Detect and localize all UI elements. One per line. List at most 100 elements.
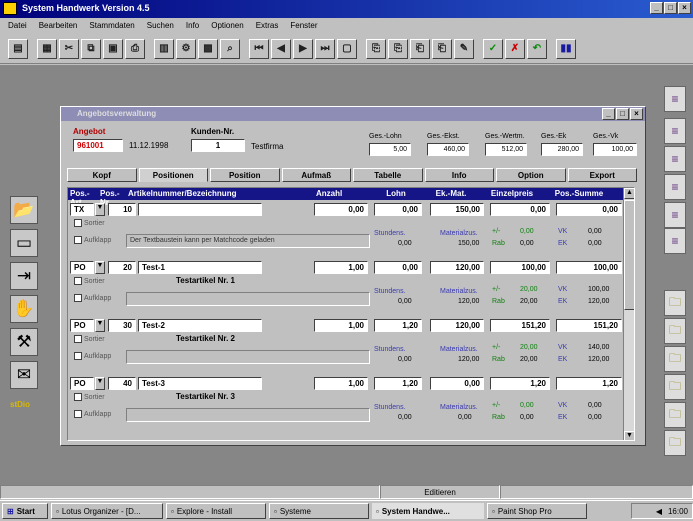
hand-icon[interactable]: ✋ — [10, 295, 38, 323]
col-pos-summe[interactable]: Pos.-Summe — [544, 188, 614, 200]
task-systeme[interactable]: ▫ Systeme — [269, 503, 369, 519]
material-cost-field[interactable]: 150,00 — [430, 203, 484, 216]
find-icon[interactable]: ⌕ — [220, 38, 240, 59]
menu-stammdaten[interactable]: Stammdaten — [89, 21, 134, 34]
customer-number-field[interactable]: 1 — [191, 139, 245, 152]
prev-record-icon[interactable]: ◀ — [271, 38, 291, 59]
unit-price-field[interactable]: 100,00 — [490, 261, 550, 274]
cut-icon[interactable]: ✂ — [59, 38, 79, 59]
exit-icon[interactable]: ⇥ — [10, 262, 38, 290]
wage-field[interactable]: 1,20 — [374, 319, 422, 332]
quantity-field[interactable]: 1,00 — [314, 261, 368, 274]
article-number-field[interactable] — [138, 203, 262, 216]
menu-info[interactable]: Info — [186, 21, 199, 34]
expand-checkbox[interactable]: Aufklapp — [74, 236, 111, 244]
chevron-down-icon[interactable]: ▼ — [95, 377, 105, 390]
table-icon[interactable]: ▥ — [154, 38, 174, 59]
sort-checkbox[interactable]: Sortier — [74, 335, 105, 343]
article-number-field[interactable]: Test-3 — [138, 377, 262, 390]
maximize-button[interactable]: □ — [664, 2, 677, 14]
position-sum-field[interactable]: 0,00 — [556, 203, 622, 216]
pos-art-field[interactable]: PO — [70, 319, 94, 332]
pos-nr-field[interactable]: 20 — [108, 261, 136, 274]
col-artikel[interactable]: Artikelnummer/Bezeichnung — [126, 188, 314, 200]
pos-art-field[interactable]: PO — [70, 261, 94, 274]
chart-icon[interactable]: ▮▮ — [556, 38, 576, 59]
check-icon[interactable]: ✓ — [483, 38, 503, 59]
position-sum-field[interactable]: 1,20 — [556, 377, 622, 390]
doc4-icon[interactable]: ⎗ — [432, 38, 452, 59]
description-field[interactable] — [126, 292, 370, 306]
unit-price-field[interactable]: 0,00 — [490, 203, 550, 216]
tab-export[interactable]: Export — [567, 168, 637, 182]
pos-nr-field[interactable]: 10 — [108, 203, 136, 216]
doc3-icon[interactable]: ⎗ — [410, 38, 430, 59]
child-maximize-button[interactable]: □ — [616, 108, 629, 120]
col-pos-nr[interactable]: Pos.-Nr. — [98, 188, 126, 207]
menu-extras[interactable]: Extras — [256, 21, 279, 34]
position-sum-field[interactable]: 151,20 — [556, 319, 622, 332]
menu-datei[interactable]: Datei — [8, 21, 27, 34]
task-explore[interactable]: ▫ Explore - Install — [166, 503, 266, 519]
tab-info[interactable]: Info — [424, 168, 494, 182]
position-sum-field[interactable]: 100,00 — [556, 261, 622, 274]
save-icon[interactable]: ▦ — [37, 38, 57, 59]
folder-icon[interactable]: 🗀 — [664, 402, 686, 428]
col-einzelpreis[interactable]: Einzelpreis — [480, 188, 544, 200]
expand-checkbox[interactable]: Aufklapp — [74, 294, 111, 302]
wage-field[interactable]: 0,00 — [374, 261, 422, 274]
task-system-handwerk[interactable]: ▫ System Handwe... — [372, 503, 484, 519]
task-lotus[interactable]: ▫ Lotus Organizer - [D... — [51, 503, 163, 519]
table-row[interactable]: PO ▼ 30 Test-2 1,00 Testartikel Nr. 2 So… — [68, 318, 624, 374]
grid-icon[interactable]: ▩ — [198, 38, 218, 59]
menu-bearbeiten[interactable]: Bearbeiten — [39, 21, 78, 34]
pos-nr-field[interactable]: 30 — [108, 319, 136, 332]
table-row[interactable]: PO ▼ 40 Test-3 1,00 Testartikel Nr. 3 So… — [68, 376, 624, 432]
tab-kopf[interactable]: Kopf — [67, 168, 137, 182]
description-field[interactable]: Der Textbaustein kann per Matchcode gela… — [126, 234, 370, 248]
pos-art-field[interactable]: TX — [70, 203, 94, 216]
next-record-icon[interactable]: ▶ — [293, 38, 313, 59]
quantity-field[interactable]: 1,00 — [314, 319, 368, 332]
col-pos-art[interactable]: Pos.-Art — [68, 188, 98, 207]
tab-tabelle[interactable]: Tabelle — [353, 168, 423, 182]
tools-icon[interactable]: ⚒ — [10, 328, 38, 356]
wage-field[interactable]: 1,20 — [374, 377, 422, 390]
scroll-up-button[interactable]: ▲ — [624, 188, 634, 199]
col-anzahl[interactable]: Anzahl — [314, 188, 370, 200]
settings-icon[interactable]: ⚙ — [176, 38, 196, 59]
doc2-icon[interactable]: ⎘ — [388, 38, 408, 59]
first-record-icon[interactable]: ⏮ — [249, 38, 269, 59]
unit-price-field[interactable]: 1,20 — [490, 377, 550, 390]
folder-icon[interactable]: 🗀 — [664, 290, 686, 316]
sort-checkbox[interactable]: Sortier — [74, 393, 105, 401]
chevron-down-icon[interactable]: ▼ — [95, 261, 105, 274]
close-button[interactable]: × — [678, 2, 691, 14]
doc1-icon[interactable]: ⎘ — [366, 38, 386, 59]
folder-icon[interactable]: 🗀 — [664, 374, 686, 400]
minimize-button[interactable]: _ — [650, 2, 663, 14]
last-record-icon[interactable]: ⏭ — [315, 38, 335, 59]
folder-icon[interactable]: 🗀 — [664, 318, 686, 344]
unit-price-field[interactable]: 151,20 — [490, 319, 550, 332]
scroll-thumb[interactable] — [624, 200, 634, 310]
description-field[interactable] — [126, 408, 370, 422]
child-close-button[interactable]: × — [630, 108, 643, 120]
doc-icon[interactable]: ≡ — [664, 86, 686, 112]
vertical-scrollbar[interactable]: ▲ ▼ — [623, 188, 634, 440]
doc-icon[interactable]: ≡ — [664, 228, 686, 254]
article-number-field[interactable]: Test-1 — [138, 261, 262, 274]
pos-nr-field[interactable]: 40 — [108, 377, 136, 390]
folder-icon[interactable]: 🗀 — [664, 346, 686, 372]
menu-suchen[interactable]: Suchen — [147, 21, 174, 34]
delete-icon[interactable]: ✗ — [505, 38, 525, 59]
copy-icon[interactable]: ⧉ — [81, 38, 101, 59]
doc-icon[interactable]: ≡ — [664, 202, 686, 228]
tab-aufmass[interactable]: Aufmaß — [281, 168, 351, 182]
paste-icon[interactable]: ▣ — [103, 38, 123, 59]
preview-icon[interactable]: ▢ — [337, 38, 357, 59]
sort-checkbox[interactable]: Sortier — [74, 277, 105, 285]
task-paint-shop[interactable]: ▫ Paint Shop Pro — [487, 503, 587, 519]
undo-icon[interactable]: ↶ — [527, 38, 547, 59]
material-cost-field[interactable]: 120,00 — [430, 261, 484, 274]
